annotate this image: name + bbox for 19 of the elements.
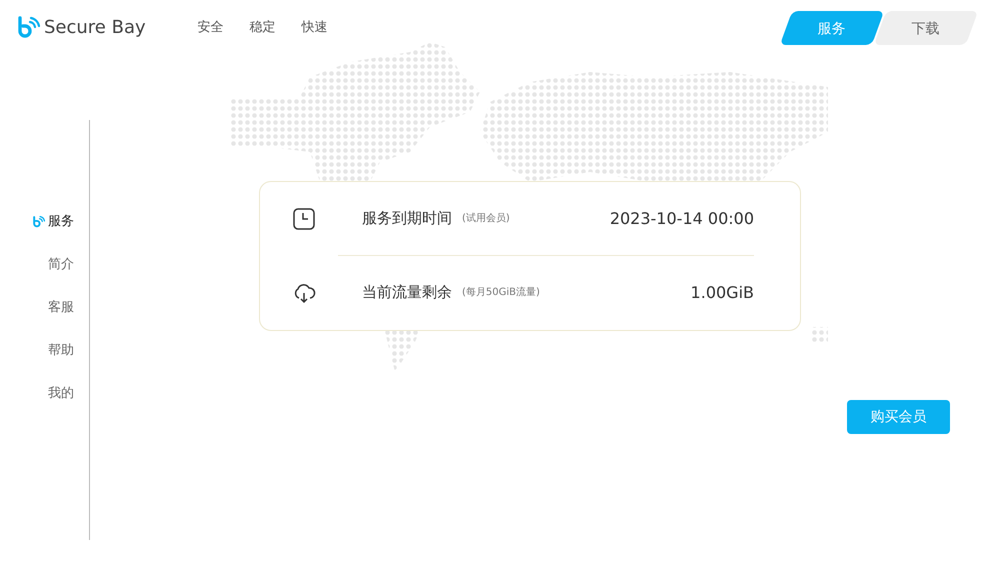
info-value: 1.00GiB	[690, 282, 754, 304]
sidebar-item[interactable]: 简介	[0, 243, 89, 286]
nav-link-text[interactable]: 安全	[198, 18, 224, 38]
info-note: (每月50GiB流量)	[462, 286, 540, 300]
nav-link-text[interactable]: 稳定	[250, 18, 276, 38]
sidebar-item[interactable]: 服务	[0, 200, 89, 243]
brand-name: Secure Bay	[44, 16, 146, 40]
sidebar-item[interactable]: 帮助	[0, 329, 89, 372]
info-label: 服务到期时间	[362, 208, 452, 230]
info-note: (试用会员)	[462, 212, 510, 226]
nav-tab[interactable]: 下载	[874, 10, 978, 44]
logo-icon	[32, 216, 45, 228]
sidebar-item[interactable]: 我的	[0, 372, 89, 415]
info-value: 2023-10-14 00:00	[610, 208, 754, 230]
logo-icon	[16, 16, 40, 40]
sidebar-item[interactable]: 客服	[0, 286, 89, 329]
clock-icon	[292, 206, 316, 230]
info-label: 当前流量剩余	[362, 282, 452, 304]
nav-link-text[interactable]: 快速	[302, 18, 328, 38]
